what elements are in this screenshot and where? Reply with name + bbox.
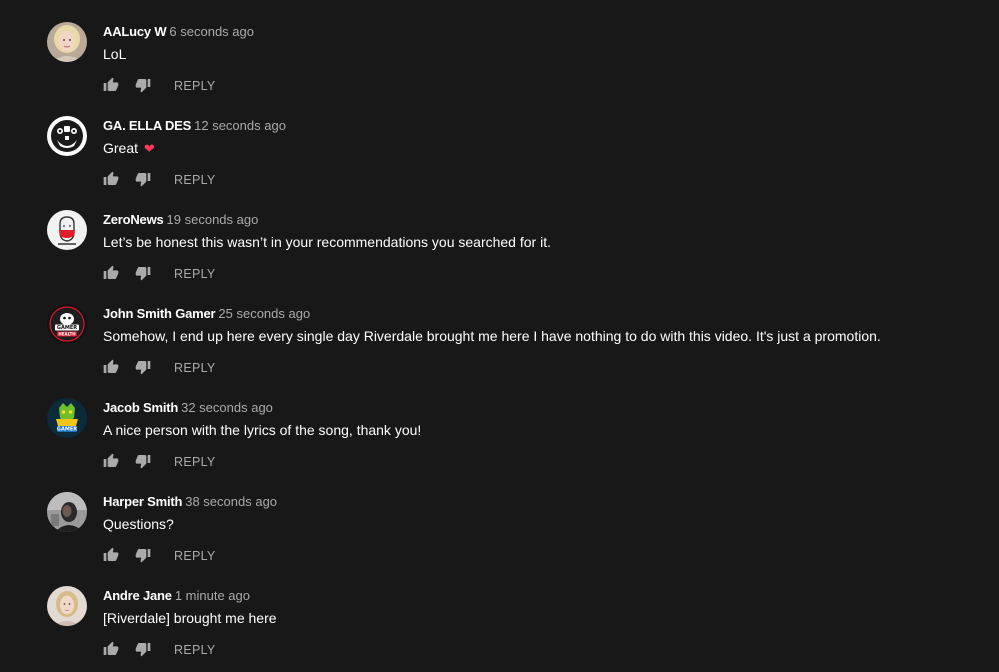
comment-header: Harper Smith 38 seconds ago	[103, 494, 277, 510]
author-name[interactable]: GA. ELLA DES	[103, 118, 191, 133]
masked-face-logo-icon	[47, 210, 87, 250]
comment-text: A nice person with the lyrics of the son…	[103, 421, 421, 439]
thumbs-down-icon[interactable]	[135, 77, 151, 93]
comment-body: Great	[103, 140, 139, 156]
thumbs-down-icon[interactable]	[135, 453, 151, 469]
avatar[interactable]	[47, 116, 87, 156]
comment-item: Harper Smith 38 seconds ago Questions? RE…	[0, 470, 999, 564]
reply-button[interactable]: REPLY	[174, 79, 216, 93]
badge-text-bottom: HEALTH	[58, 331, 75, 336]
comment-header: GA. ELLA DES 12 seconds ago	[103, 118, 286, 134]
comment-text: LoL	[103, 45, 126, 63]
comment-header: Andre Jane 1 minute ago	[103, 588, 250, 604]
comment-header: John Smith Gamer 25 seconds ago	[103, 306, 310, 322]
comment-text: Great ❤	[103, 139, 155, 158]
comment-body: Somehow, I end up here every single day …	[103, 328, 881, 344]
comment-item: GA. ELLA DES 12 seconds ago Great ❤ REPLY	[0, 94, 999, 188]
comment-body: A nice person with the lyrics of the son…	[103, 422, 422, 438]
thumbs-down-icon[interactable]	[135, 171, 151, 187]
thumbs-up-icon[interactable]	[103, 265, 119, 281]
avatar[interactable]	[47, 492, 87, 532]
reply-button[interactable]: REPLY	[174, 643, 216, 657]
comment-body: Questions?	[103, 516, 174, 532]
woman-portrait-light-icon	[47, 586, 87, 626]
timestamp[interactable]: 25 seconds ago	[218, 306, 310, 321]
comment-header: Jacob Smith 32 seconds ago	[103, 400, 273, 416]
thumbs-up-icon[interactable]	[103, 359, 119, 375]
timestamp[interactable]: 12 seconds ago	[194, 118, 286, 133]
comment-body: Let’s be honest this wasn’t in your reco…	[103, 234, 551, 250]
thumbs-down-icon[interactable]	[135, 641, 151, 657]
man-portrait-dark-icon	[47, 492, 87, 532]
author-name[interactable]: ZeroNews	[103, 212, 164, 227]
reply-button[interactable]: REPLY	[174, 549, 216, 563]
reply-button[interactable]: REPLY	[174, 173, 216, 187]
comment-text: Questions?	[103, 515, 174, 533]
comment-header: AALucy W6 seconds ago	[103, 24, 254, 40]
author-name[interactable]: Harper Smith	[103, 494, 182, 509]
gamer-mascot-logo-icon: GAMER	[47, 398, 87, 438]
comment-item: AALucy W6 seconds ago LoL REPLY	[0, 0, 999, 94]
thumbs-up-icon[interactable]	[103, 453, 119, 469]
gamer-health-logo-icon: GAMER HEALTH	[47, 304, 87, 344]
thumbs-up-icon[interactable]	[103, 641, 119, 657]
comment-item: GAMER HEALTH John Smith Gamer 25 seconds …	[0, 282, 999, 376]
thumbs-down-icon[interactable]	[135, 265, 151, 281]
thumbs-up-icon[interactable]	[103, 171, 119, 187]
reply-button[interactable]: REPLY	[174, 267, 216, 281]
timestamp[interactable]: 32 seconds ago	[181, 400, 273, 415]
thumbs-up-icon[interactable]	[103, 547, 119, 563]
comment-text: [Riverdale] brought me here	[103, 609, 277, 627]
author-name[interactable]: Jacob Smith	[103, 400, 178, 415]
timestamp[interactable]: 38 seconds ago	[185, 494, 277, 509]
timestamp[interactable]: 6 seconds ago	[169, 24, 254, 39]
comments-section: AALucy W6 seconds ago LoL REPLY GA. ELLA…	[0, 0, 999, 672]
avatar[interactable]	[47, 210, 87, 250]
thumbs-down-icon[interactable]	[135, 547, 151, 563]
comment-item: Andre Jane 1 minute ago [Riverdale] broug…	[0, 564, 999, 658]
robot-logo-icon	[47, 116, 87, 156]
reply-button[interactable]: REPLY	[174, 455, 216, 469]
avatar[interactable]	[47, 586, 87, 626]
timestamp[interactable]: 1 minute ago	[175, 588, 250, 603]
badge-text-top: GAMER	[57, 325, 77, 331]
heart-emoji-icon: ❤	[143, 141, 155, 156]
woman-portrait-blonde-icon	[47, 22, 87, 62]
comment-header: ZeroNews 19 seconds ago	[103, 212, 258, 228]
badge-text: GAMER	[57, 427, 77, 433]
comment-body: LoL	[103, 46, 127, 62]
comment-body: [Riverdale] brought me here	[103, 610, 277, 626]
comment-text: Let’s be honest this wasn’t in your reco…	[103, 233, 551, 251]
timestamp[interactable]: 19 seconds ago	[167, 212, 259, 227]
avatar[interactable]	[47, 22, 87, 62]
author-name[interactable]: John Smith Gamer	[103, 306, 216, 321]
avatar[interactable]: GAMER HEALTH	[47, 304, 87, 344]
thumbs-up-icon[interactable]	[103, 77, 119, 93]
author-name[interactable]: Andre Jane	[103, 588, 172, 603]
comment-text: Somehow, I end up here every single day …	[103, 327, 881, 345]
comment-item: GAMER Jacob Smith 32 seconds ago A nice p…	[0, 376, 999, 470]
reply-button[interactable]: REPLY	[174, 361, 216, 375]
avatar[interactable]: GAMER	[47, 398, 87, 438]
author-name[interactable]: AALucy W	[103, 24, 167, 39]
thumbs-down-icon[interactable]	[135, 359, 151, 375]
comment-item: ZeroNews 19 seconds ago Let’s be honest t…	[0, 188, 999, 282]
